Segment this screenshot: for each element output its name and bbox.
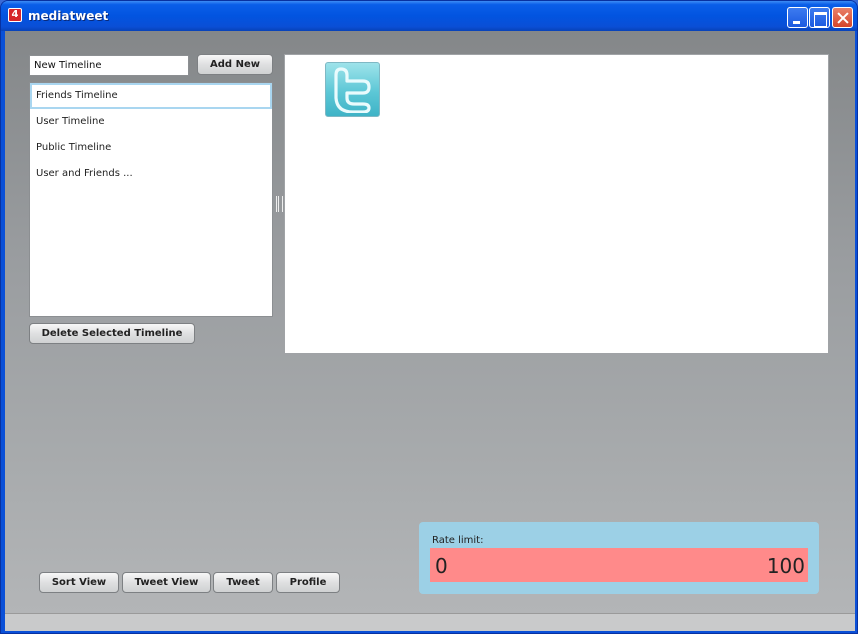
list-item-user-and-friends[interactable]: User and Friends ... (30, 161, 272, 187)
list-item-user-timeline[interactable]: User Timeline (30, 109, 272, 135)
app-icon: 4 (8, 8, 22, 22)
profile-button[interactable]: Profile (276, 572, 340, 593)
list-item-friends-timeline[interactable]: Friends Timeline (30, 83, 272, 109)
window-title: mediatweet (28, 9, 109, 23)
rate-limit-label: Rate limit: (432, 535, 484, 546)
tweet-button[interactable]: Tweet (213, 572, 273, 593)
rate-limit-fill (430, 548, 808, 582)
title-bar[interactable]: 4 mediatweet (1, 1, 857, 31)
panel-resize-handle[interactable] (276, 196, 283, 212)
delete-selected-timeline-button[interactable]: Delete Selected Timeline (29, 323, 195, 344)
rate-limit-bar (430, 548, 808, 582)
minimize-button[interactable] (787, 7, 808, 28)
timeline-list[interactable]: Friends Timeline User Timeline Public Ti… (29, 82, 273, 317)
sort-view-button[interactable]: Sort View (39, 572, 119, 593)
tweet-view-button[interactable]: Tweet View (122, 572, 211, 593)
list-item-public-timeline[interactable]: Public Timeline (30, 135, 272, 161)
timeline-content-panel (284, 54, 829, 354)
rate-limit-panel: Rate limit: 0 100 (419, 522, 819, 594)
rate-limit-max: 100 (766, 554, 805, 578)
new-timeline-input[interactable] (29, 55, 189, 76)
close-button[interactable] (832, 7, 853, 28)
add-new-button[interactable]: Add New (197, 54, 273, 75)
twitter-bird-icon (325, 62, 380, 117)
status-bar (5, 613, 855, 631)
rate-limit-min: 0 (435, 554, 448, 578)
maximize-button[interactable] (809, 7, 830, 28)
